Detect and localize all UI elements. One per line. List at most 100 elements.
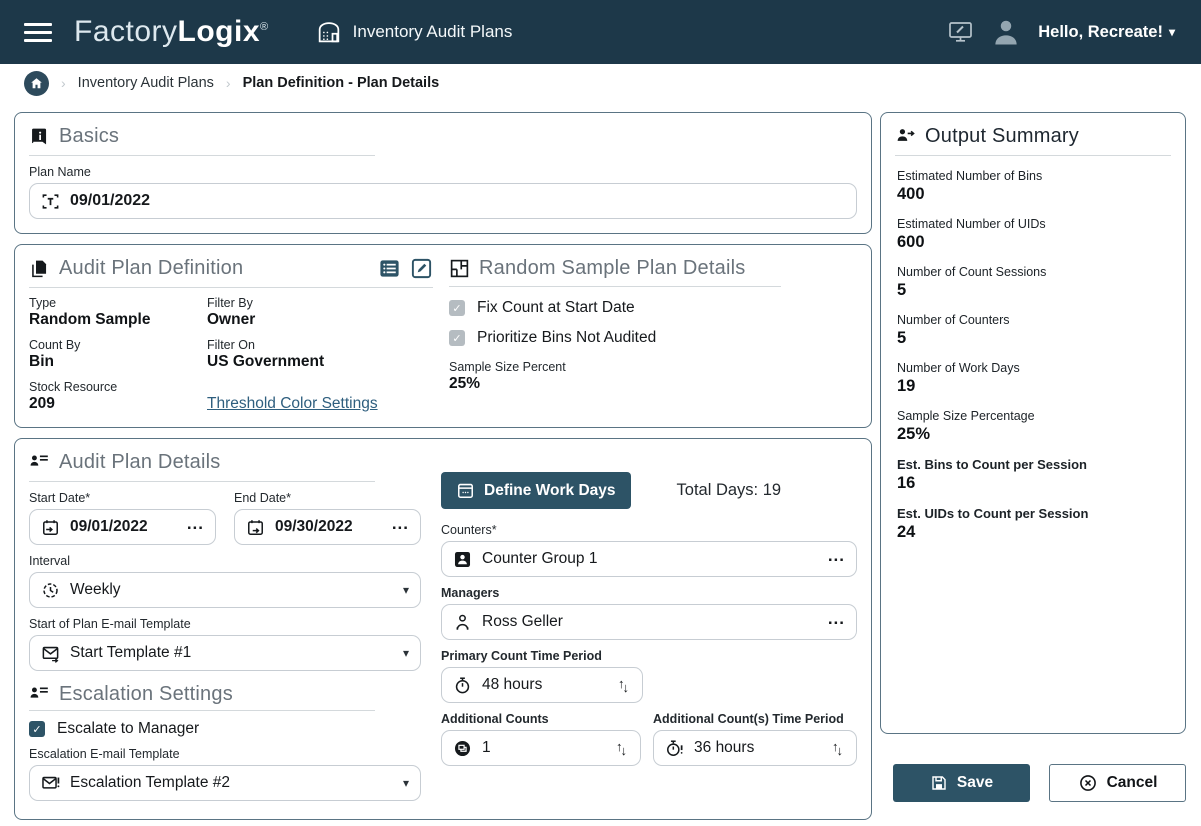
start-date-value: 09/01/2022 (70, 518, 148, 536)
escalation-template-dropdown[interactable]: Escalation Template #2 ▾ (29, 765, 421, 801)
summary-value: 25% (897, 425, 1171, 444)
plan-name-value: 09/01/2022 (70, 192, 150, 210)
plan-name-label: Plan Name (29, 165, 857, 179)
counters-label: Counters* (441, 523, 857, 537)
summary-item: Number of Work Days 19 (895, 361, 1171, 396)
sample-size-value: 25% (449, 375, 857, 393)
greeting-text: Hello, Recreate! (1038, 23, 1163, 42)
start-date-more-button[interactable]: ... (187, 519, 204, 536)
interval-label: Interval (29, 554, 421, 568)
summary-value: 400 (897, 185, 1171, 204)
output-summary-title: Output Summary (925, 125, 1079, 148)
counters-field[interactable]: Counter Group 1 ... (441, 541, 857, 577)
additional-counts-value: 1 (482, 739, 491, 757)
start-template-dropdown[interactable]: Start Template #1 ▾ (29, 635, 421, 671)
sample-size-label: Sample Size Percent (449, 360, 857, 374)
count-by-value: Bin (29, 353, 197, 371)
random-sample-title: Random Sample Plan Details (479, 257, 745, 280)
filter-on-field: Filter On US Government (207, 338, 433, 371)
primary-count-label: Primary Count Time Period (441, 649, 857, 663)
summary-value: 19 (897, 377, 1171, 396)
audit-plan-details-title: Audit Plan Details (59, 451, 220, 474)
managers-field[interactable]: Ross Geller ... (441, 604, 857, 640)
additional-counts-field[interactable]: 1 ↑↓ (441, 730, 641, 766)
logo-logix-text: Logix (178, 15, 261, 48)
escalate-to-manager-label: Escalate to Manager (57, 720, 199, 738)
cancel-label: Cancel (1107, 774, 1158, 792)
stopwatch-alert-icon (665, 739, 684, 758)
breadcrumb-inventory-audit-plans[interactable]: Inventory Audit Plans (78, 75, 214, 91)
logo-registered-mark: ® (260, 21, 269, 33)
home-icon[interactable] (24, 71, 49, 96)
escalation-template-label: Escalation E-mail Template (29, 747, 421, 761)
managers-more-button[interactable]: ... (828, 614, 845, 631)
type-label: Type (29, 296, 197, 310)
chevron-down-icon: ▾ (403, 646, 409, 660)
output-summary-card: Output Summary Estimated Number of Bins … (880, 112, 1186, 734)
start-template-value: Start Template #1 (70, 644, 191, 662)
summary-label: Sample Size Percentage (897, 409, 1171, 423)
stopwatch-icon (453, 676, 472, 695)
recurrence-clock-icon (41, 581, 60, 600)
save-floppy-icon (930, 774, 948, 792)
count-by-field: Count By Bin (29, 338, 197, 371)
summary-item: Est. Bins to Count per Session 16 (895, 457, 1171, 493)
summary-item: Estimated Number of Bins 400 (895, 169, 1171, 204)
prioritize-bins-label: Prioritize Bins Not Audited (477, 329, 656, 347)
additional-time-field[interactable]: 36 hours ↑↓ (653, 730, 857, 766)
escalate-to-manager-checkbox[interactable]: ✓ (29, 721, 45, 737)
escalation-template-value: Escalation Template #2 (70, 774, 230, 792)
pages-icon (29, 258, 50, 279)
total-days-text: Total Days: 19 (677, 481, 782, 500)
cancel-button[interactable]: Cancel (1049, 764, 1186, 802)
sample-size-field: Sample Size Percent 25% (449, 360, 857, 393)
summary-label: Estimated Number of UIDs (897, 217, 1171, 231)
end-date-field[interactable]: 09/30/2022 ... (234, 509, 421, 545)
user-menu[interactable]: Hello, Recreate! ▾ (1038, 23, 1175, 42)
additional-time-stepper[interactable]: ↑↓ (832, 741, 845, 756)
module-title: Inventory Audit Plans (353, 22, 513, 42)
remote-monitor-icon[interactable] (947, 20, 974, 44)
interval-dropdown[interactable]: Weekly ▾ (29, 572, 421, 608)
user-avatar-icon[interactable] (990, 17, 1022, 47)
prioritize-bins-checkbox: ✓ (449, 330, 465, 346)
define-work-days-label: Define Work Days (484, 482, 616, 500)
warehouse-icon (315, 18, 343, 46)
additional-counts-label: Additional Counts (441, 712, 641, 726)
primary-count-stepper[interactable]: ↑↓ (618, 678, 631, 693)
end-date-more-button[interactable]: ... (392, 519, 409, 536)
counters-value: Counter Group 1 (482, 550, 597, 568)
primary-count-field[interactable]: 48 hours ↑↓ (441, 667, 643, 703)
summary-label: Est. Bins to Count per Session (897, 457, 1171, 472)
threshold-color-settings-link[interactable]: Threshold Color Settings (207, 395, 433, 413)
stock-resource-label: Stock Resource (29, 380, 197, 394)
define-work-days-button[interactable]: Define Work Days (441, 472, 631, 509)
start-date-label: Start Date* (29, 491, 216, 505)
additional-counts-stepper[interactable]: ↑↓ (616, 741, 629, 756)
plan-name-field[interactable]: 09/01/2022 (29, 183, 857, 219)
basics-card: Basics Plan Name 09/01/2022 (14, 112, 872, 234)
work-days-calendar-icon (456, 481, 475, 500)
email-alert-icon (41, 774, 60, 793)
additional-time-value: 36 hours (694, 739, 754, 757)
count-by-label: Count By (29, 338, 197, 352)
summary-label: Number of Work Days (897, 361, 1171, 375)
hamburger-menu-icon[interactable] (24, 23, 52, 42)
count-stack-icon (453, 739, 472, 758)
view-plan-list-icon[interactable] (378, 257, 401, 280)
email-start-icon (41, 644, 60, 663)
filter-on-label: Filter On (207, 338, 433, 352)
save-button[interactable]: Save (893, 764, 1030, 802)
chevron-down-icon: ▾ (1169, 25, 1175, 39)
module-header: Inventory Audit Plans (315, 18, 513, 46)
summary-value: 5 (897, 281, 1171, 300)
edit-plan-icon[interactable] (410, 257, 433, 280)
escalation-person-list-icon (29, 684, 50, 705)
breadcrumb-current-page: Plan Definition - Plan Details (243, 75, 440, 91)
filter-on-value: US Government (207, 353, 433, 371)
start-date-field[interactable]: 09/01/2022 ... (29, 509, 216, 545)
filter-by-label: Filter By (207, 296, 433, 310)
counters-more-button[interactable]: ... (828, 551, 845, 568)
summary-value: 5 (897, 329, 1171, 348)
calendar-start-icon (41, 518, 60, 537)
